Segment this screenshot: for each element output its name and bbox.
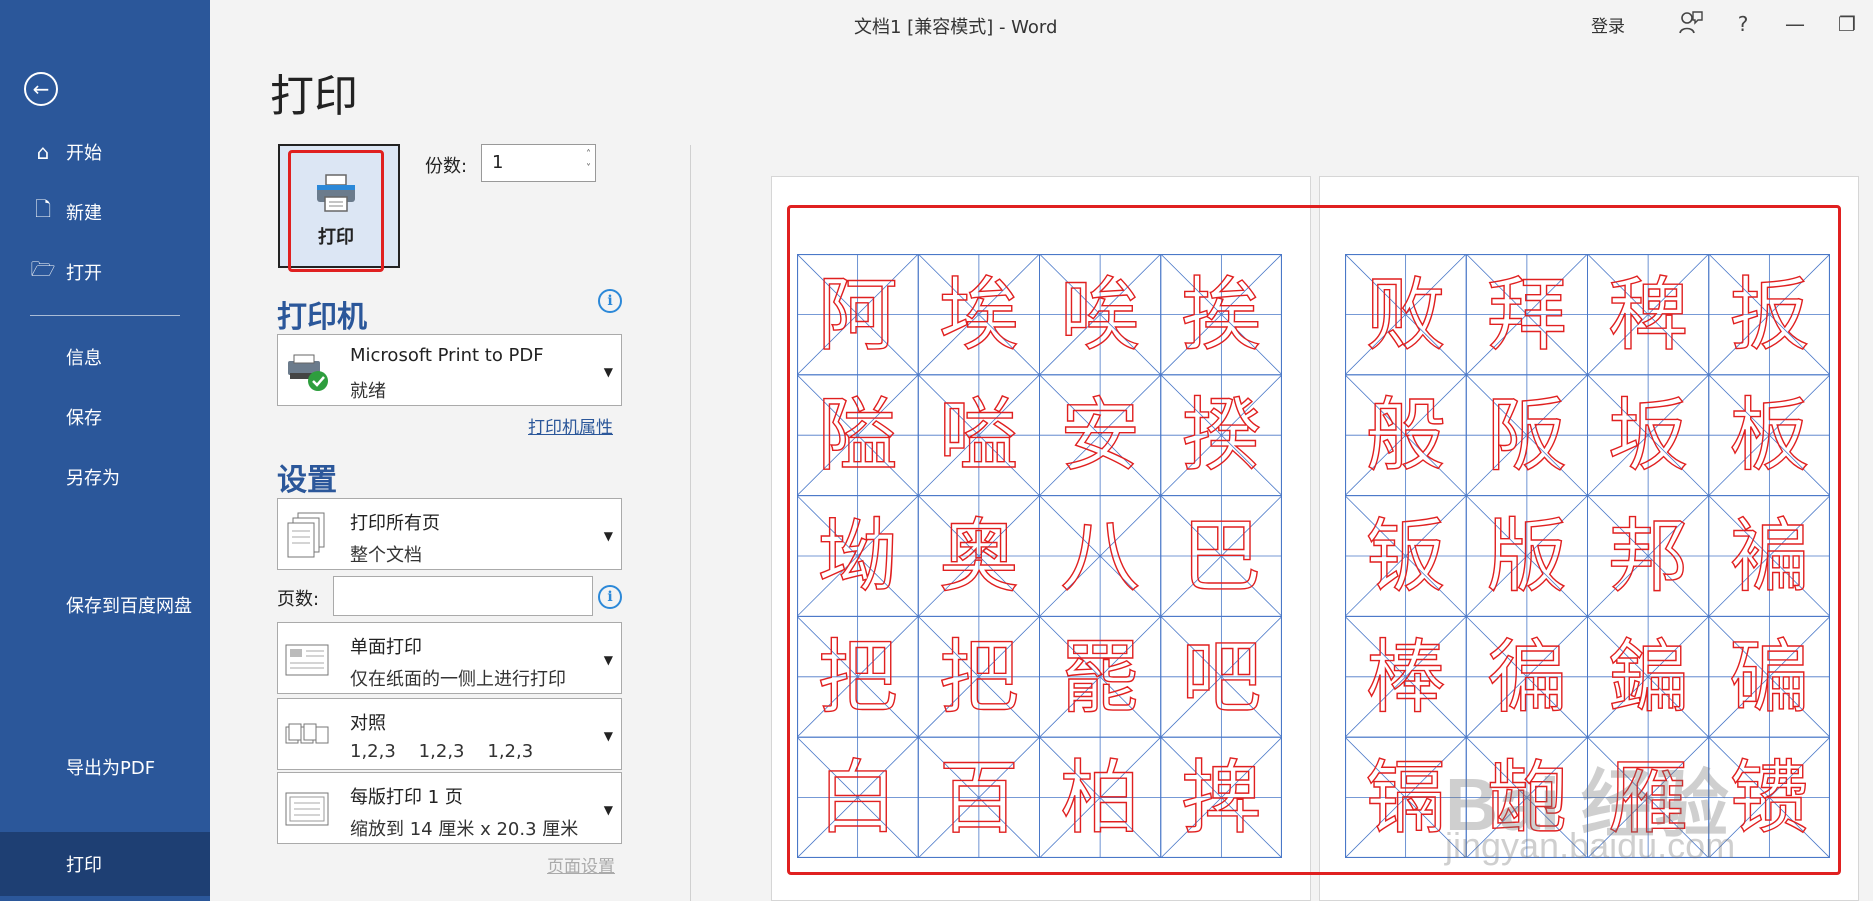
sidebar-item-home[interactable]: ⌂ 开始 xyxy=(0,130,210,174)
sidebar-item-label: 另存为 xyxy=(66,468,120,489)
dropdown-arrow-icon: ▼ xyxy=(603,529,613,543)
copies-stepper[interactable]: 1 ˄ ˅ xyxy=(481,144,596,182)
sidebar-item-label: 打印 xyxy=(66,855,102,876)
login-button[interactable]: 登录 xyxy=(1591,12,1625,37)
single-sided-icon xyxy=(284,635,330,683)
collate-sub: 1,2,3 1,2,3 1,2,3 xyxy=(350,741,534,762)
title-bar-controls: 登录 ? — ❐ xyxy=(1591,0,1873,48)
help-button[interactable]: ? xyxy=(1717,12,1769,36)
sidebar-divider xyxy=(30,315,180,316)
restore-icon[interactable]: ❐ xyxy=(1821,12,1873,36)
title-bar: 文档1 [兼容模式] - Word 登录 ? — ❐ xyxy=(210,0,1873,48)
collate-main: 对照 xyxy=(350,713,386,734)
pages-label: 页数: xyxy=(277,589,320,610)
sidebar-item-save-as[interactable]: 另存为 xyxy=(0,455,210,499)
sidebar-item-print[interactable]: 打印 xyxy=(0,832,210,896)
backstage-sidebar: ← ⌂ 开始 🗋 新建 🗁 打开 信息 保存 另存为 保存到百度网盘 导出为PD… xyxy=(0,0,210,901)
window-title: 文档1 [兼容模式] - Word xyxy=(854,17,1058,38)
sidebar-item-label: 保存到百度网盘 xyxy=(66,596,192,617)
per-sheet-main: 每版打印 1 页 xyxy=(350,787,463,808)
printer-properties-link[interactable]: 打印机属性 xyxy=(528,413,613,438)
settings-section-title: 设置 xyxy=(277,463,337,498)
print-range-main: 打印所有页 xyxy=(350,513,440,534)
copies-label: 份数: xyxy=(425,156,468,177)
sides-sub: 仅在纸面的一侧上进行打印 xyxy=(350,669,566,690)
sidebar-item-open[interactable]: 🗁 打开 xyxy=(0,250,210,294)
sidebar-item-label: 新建 xyxy=(66,203,102,224)
sides-select[interactable]: 单面打印 仅在纸面的一侧上进行打印 ▼ xyxy=(277,622,622,694)
printer-ready-icon xyxy=(284,347,330,395)
pages-input[interactable] xyxy=(333,576,593,616)
sides-main: 单面打印 xyxy=(350,637,422,658)
collate-icon xyxy=(284,711,330,759)
page-setup-link[interactable]: 页面设置 xyxy=(547,852,615,877)
print-range-sub: 整个文档 xyxy=(350,545,422,566)
sidebar-item-export-pdf[interactable]: 导出为PDF xyxy=(0,745,210,789)
dropdown-arrow-icon: ▼ xyxy=(603,365,613,379)
sidebar-item-label: 导出为PDF xyxy=(66,758,156,779)
share-feedback-icon[interactable] xyxy=(1665,9,1717,40)
print-range-select[interactable]: 打印所有页 整个文档 ▼ xyxy=(277,498,622,570)
pane-divider xyxy=(690,145,691,901)
dropdown-arrow-icon: ▼ xyxy=(603,653,613,667)
back-arrow-icon[interactable]: ← xyxy=(24,72,58,106)
sidebar-item-save[interactable]: 保存 xyxy=(0,395,210,439)
stepper-arrows[interactable]: ˄ ˅ xyxy=(586,148,591,176)
red-highlight-box xyxy=(787,205,1841,875)
pages-per-sheet-select[interactable]: 每版打印 1 页 缩放到 14 厘米 x 20.3 厘米 ▼ xyxy=(277,772,622,844)
page-layout-icon xyxy=(284,785,330,833)
pages-stack-icon xyxy=(284,511,330,559)
sidebar-item-info[interactable]: 信息 xyxy=(0,335,210,379)
dropdown-arrow-icon: ▼ xyxy=(603,803,613,817)
copies-value: 1 xyxy=(492,152,504,173)
new-doc-icon: 🗋 xyxy=(34,197,52,221)
sidebar-item-label: 保存 xyxy=(66,408,102,429)
minimize-icon[interactable]: — xyxy=(1769,12,1821,36)
sidebar-item-label: 开始 xyxy=(66,143,102,164)
per-sheet-sub: 缩放到 14 厘米 x 20.3 厘米 xyxy=(350,819,579,840)
printer-select[interactable]: Microsoft Print to PDF 就绪 ▼ xyxy=(277,334,622,406)
info-icon[interactable]: i xyxy=(598,585,622,609)
printer-section-title: 打印机 xyxy=(277,300,367,335)
home-icon: ⌂ xyxy=(36,140,50,164)
red-highlight-box xyxy=(288,150,384,272)
collate-select[interactable]: 对照 1,2,3 1,2,3 1,2,3 ▼ xyxy=(277,698,622,770)
open-folder-icon: 🗁 xyxy=(30,257,56,281)
printer-name: Microsoft Print to PDF xyxy=(350,345,544,366)
dropdown-arrow-icon: ▼ xyxy=(603,729,613,743)
page-title: 打印 xyxy=(270,71,358,122)
sidebar-item-label: 打开 xyxy=(66,263,102,284)
sidebar-item-new[interactable]: 🗋 新建 xyxy=(0,190,210,234)
sidebar-item-save-baidu[interactable]: 保存到百度网盘 xyxy=(0,583,210,627)
printer-status: 就绪 xyxy=(350,381,386,402)
info-icon[interactable]: i xyxy=(598,289,622,313)
sidebar-item-label: 信息 xyxy=(66,348,102,369)
word-print-backstage: ← ⌂ 开始 🗋 新建 🗁 打开 信息 保存 另存为 保存到百度网盘 导出为PD… xyxy=(0,0,1873,901)
